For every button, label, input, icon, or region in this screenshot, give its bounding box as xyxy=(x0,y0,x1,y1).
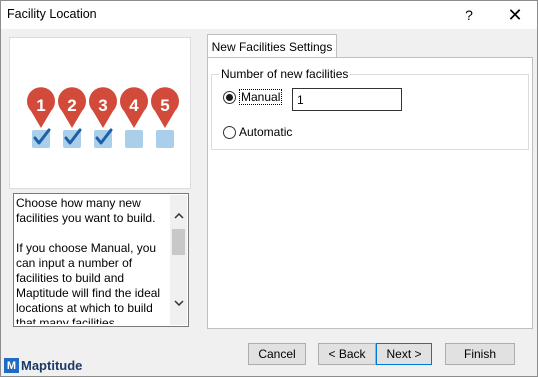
logo-text: Maptitude xyxy=(21,358,83,373)
radio-selected-dot xyxy=(226,93,233,101)
info-text: Choose how many new facilities you want … xyxy=(16,196,161,324)
manual-label[interactable]: Manual xyxy=(239,89,283,105)
facility-marker-1: 1 xyxy=(27,87,55,148)
back-button[interactable]: < Back xyxy=(318,343,376,365)
info-box: Choose how many new facilities you want … xyxy=(13,193,189,327)
help-button[interactable]: ? xyxy=(449,1,489,29)
group-label: Number of new facilities xyxy=(219,67,351,81)
cancel-button[interactable]: Cancel xyxy=(248,343,306,365)
marker-number: 5 xyxy=(160,96,169,115)
title-bar: Facility Location ? ✕ xyxy=(1,1,537,29)
facility-count-input[interactable] xyxy=(292,88,402,111)
marker-number: 4 xyxy=(129,96,139,115)
facility-marker-4: 4 xyxy=(120,87,148,148)
info-scrollbar[interactable] xyxy=(170,195,187,325)
marker-checkbox xyxy=(125,130,143,148)
automatic-radio[interactable] xyxy=(223,125,236,139)
automatic-radio-row[interactable]: Automatic xyxy=(223,125,292,139)
marker-number: 1 xyxy=(36,96,45,115)
close-button[interactable]: ✕ xyxy=(495,1,535,29)
scroll-up-icon[interactable] xyxy=(170,207,187,224)
marker-number: 2 xyxy=(67,96,76,115)
marker-number: 3 xyxy=(98,96,107,115)
new-facilities-group: Number of new facilities Manual Automati… xyxy=(211,67,529,150)
facility-marker-5: 5 xyxy=(151,87,179,148)
tab-page: Number of new facilities Manual Automati… xyxy=(207,57,533,329)
facility-marker-3: 3 xyxy=(89,87,117,148)
next-button[interactable]: Next > xyxy=(376,343,432,365)
marker-checkbox xyxy=(156,130,174,148)
finish-button[interactable]: Finish xyxy=(445,343,515,365)
window-title: Facility Location xyxy=(7,7,97,21)
facility-marker-2: 2 xyxy=(58,87,86,148)
manual-radio-row[interactable]: Manual xyxy=(223,89,283,105)
manual-radio[interactable] xyxy=(223,90,236,104)
automatic-label[interactable]: Automatic xyxy=(239,125,292,139)
maptitude-logo: M Maptitude xyxy=(4,358,82,373)
scroll-thumb[interactable] xyxy=(172,229,185,255)
tab-new-facilities-settings[interactable]: New Facilities Settings xyxy=(207,34,337,58)
left-panel: 1 2 3 4 5 Choose how many new facilities you… xyxy=(9,37,191,327)
markers-graphic: 1 2 3 4 5 xyxy=(27,87,179,148)
facility-markers-illustration: 1 2 3 4 5 xyxy=(9,37,191,189)
maptitude-logo-icon: M xyxy=(4,358,19,373)
facility-location-dialog: Facility Location ? ✕ 1 2 3 4 5 Choose how m… xyxy=(0,0,538,377)
scroll-down-icon[interactable] xyxy=(170,294,187,311)
